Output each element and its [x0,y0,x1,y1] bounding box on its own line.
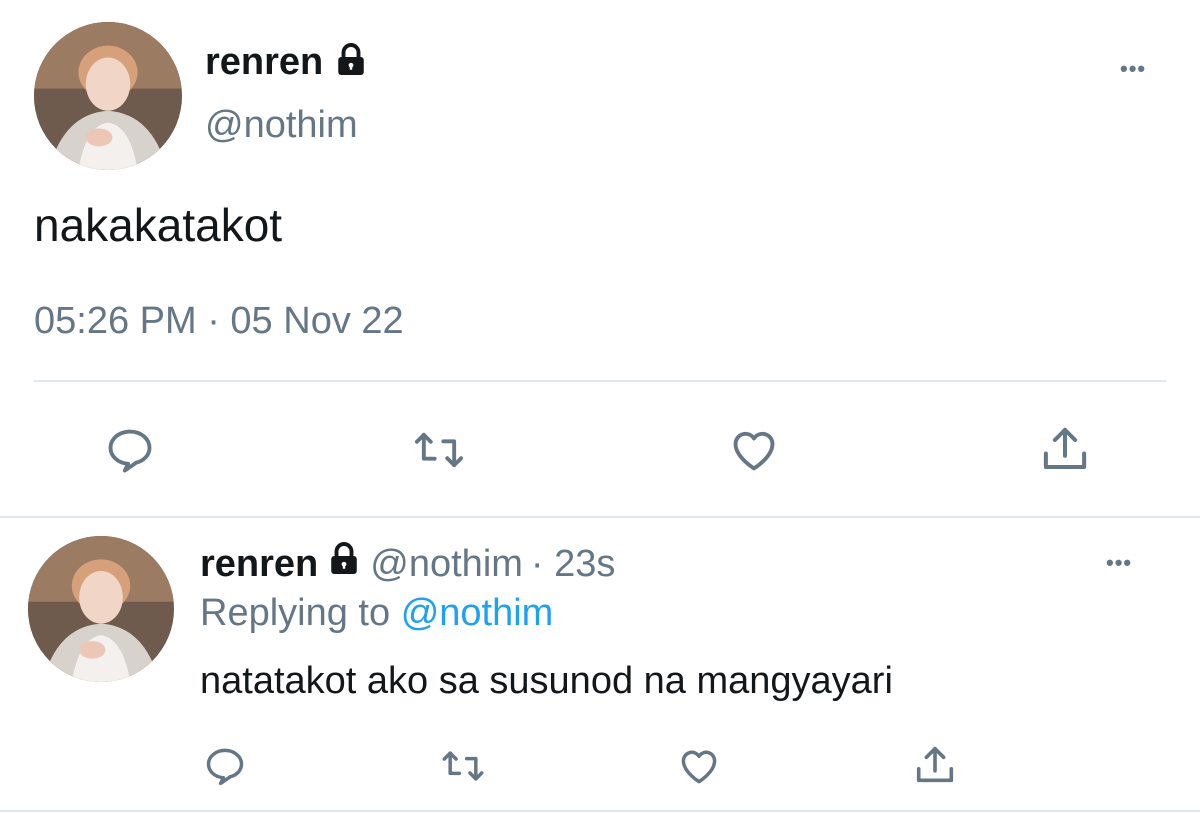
share-icon[interactable] [912,742,958,788]
reply-display-name[interactable]: renren [200,543,318,586]
tweet-separator [0,516,1200,518]
main-timestamp[interactable]: 05:26 PM · 05 Nov 22 [34,300,404,343]
reply-tweet-text: natatakot ako sa susunod na mangyayari [200,660,893,702]
main-tweet-text: nakakatakot [34,199,283,251]
like-icon[interactable] [676,744,722,788]
replying-prefix: Replying to [200,592,391,634]
avatar-photo [28,536,174,682]
reply-age[interactable]: · 23s [531,543,615,586]
main-display-name[interactable]: renren [205,41,323,84]
lock-icon [333,42,369,83]
avatar-photo [34,22,182,170]
replying-to: Replying to @nothim [200,592,553,635]
more-icon[interactable]: ••• [1106,550,1132,576]
share-icon[interactable] [1038,422,1092,476]
retweet-icon[interactable] [410,424,468,476]
reply-avatar[interactable] [28,536,174,682]
reply-icon[interactable] [104,424,156,476]
retweet-icon[interactable] [438,744,488,788]
main-handle[interactable]: @nothim [205,104,358,147]
replying-handle-link[interactable]: @nothim [401,592,554,634]
reply-handle[interactable]: @nothim [370,543,523,586]
divider [34,380,1166,382]
bottom-divider [0,810,1200,812]
more-icon[interactable]: ••• [1120,56,1146,82]
like-icon[interactable] [726,424,782,476]
main-avatar[interactable] [34,22,182,170]
reply-icon[interactable] [203,744,247,788]
lock-icon [326,541,362,587]
